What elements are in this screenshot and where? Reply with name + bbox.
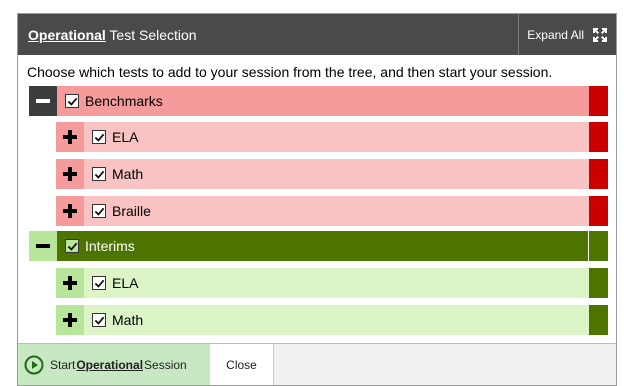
- collapse-benchmarks-toggle[interactable]: [29, 86, 57, 116]
- start-session-button[interactable]: Start Operational Session: [18, 344, 210, 385]
- title-rest: Test Selection: [105, 26, 197, 43]
- benchmarks-braille-checkbox[interactable]: [92, 204, 106, 218]
- expand-interims-math-toggle[interactable]: [56, 305, 84, 335]
- benchmarks-math-checkbox[interactable]: [92, 167, 106, 181]
- tree-item-interims-math[interactable]: Math: [56, 305, 608, 335]
- minus-icon: [36, 244, 50, 248]
- interims-checkbox[interactable]: [65, 239, 79, 253]
- expand-benchmarks-ela-toggle[interactable]: [56, 122, 84, 152]
- benchmarks-ela-status-bar: [589, 122, 608, 152]
- interims-ela-status-bar: [589, 268, 608, 298]
- start-emphasis: Operational: [76, 357, 144, 372]
- check-icon: [67, 242, 77, 251]
- close-button[interactable]: Close: [210, 344, 274, 385]
- expand-all-label: Expand All: [527, 27, 584, 42]
- tree-group-benchmarks[interactable]: Benchmarks: [29, 86, 608, 116]
- expand-benchmarks-math-toggle[interactable]: [56, 159, 84, 189]
- test-selection-dialog: Operational Test Selection Expand All Ch…: [17, 13, 617, 386]
- plus-icon: [63, 313, 77, 327]
- minus-icon: [36, 99, 50, 103]
- check-icon: [94, 316, 104, 325]
- expand-benchmarks-braille-toggle[interactable]: [56, 196, 84, 226]
- benchmarks-label: Benchmarks: [85, 93, 163, 109]
- tree-group-interims[interactable]: Interims: [29, 231, 608, 261]
- plus-icon: [63, 276, 77, 290]
- expand-all-button[interactable]: Expand All: [518, 14, 616, 55]
- check-icon: [94, 279, 104, 288]
- interims-ela-label: ELA: [112, 275, 139, 291]
- expand-interims-ela-toggle[interactable]: [56, 268, 84, 298]
- start-suffix: Session: [144, 357, 187, 372]
- plus-icon: [63, 130, 77, 144]
- tree-item-interims-ela[interactable]: ELA: [56, 268, 608, 298]
- dialog-header: Operational Test Selection Expand All: [18, 14, 616, 55]
- instructions-text: Choose which tests to add to your sessio…: [27, 64, 553, 80]
- benchmarks-math-status-bar: [589, 159, 608, 189]
- interims-status-bar: [588, 231, 608, 261]
- plus-icon: [63, 204, 77, 218]
- check-icon: [94, 133, 104, 142]
- title-emphasis: Operational: [28, 26, 106, 43]
- benchmarks-braille-status-bar: [589, 196, 608, 226]
- play-circle-icon: [24, 355, 44, 374]
- footer-filler: [274, 344, 616, 385]
- tree-item-benchmarks-math[interactable]: Math: [56, 159, 608, 189]
- benchmarks-ela-label: ELA: [112, 129, 139, 145]
- interims-math-checkbox[interactable]: [92, 313, 106, 327]
- benchmarks-checkbox[interactable]: [65, 94, 79, 108]
- benchmarks-braille-label: Braille: [112, 203, 151, 219]
- check-icon: [67, 97, 77, 106]
- interims-ela-checkbox[interactable]: [92, 276, 106, 290]
- plus-icon: [63, 167, 77, 181]
- expand-icon: [593, 27, 607, 42]
- benchmarks-ela-checkbox[interactable]: [92, 130, 106, 144]
- check-icon: [94, 207, 104, 216]
- collapse-interims-toggle[interactable]: [29, 231, 57, 261]
- dialog-footer: Start Operational Session Close: [18, 343, 616, 385]
- interims-math-status-bar: [589, 305, 608, 335]
- check-icon: [94, 170, 104, 179]
- benchmarks-math-label: Math: [112, 166, 144, 182]
- tree-item-benchmarks-ela[interactable]: ELA: [56, 122, 608, 152]
- dialog-title: Operational Test Selection: [28, 27, 197, 43]
- benchmarks-status-bar: [589, 86, 608, 116]
- interims-math-label: Math: [112, 312, 144, 328]
- tree-item-benchmarks-braille[interactable]: Braille: [56, 196, 608, 226]
- start-prefix: Start: [50, 357, 76, 372]
- interims-label: Interims: [85, 238, 135, 254]
